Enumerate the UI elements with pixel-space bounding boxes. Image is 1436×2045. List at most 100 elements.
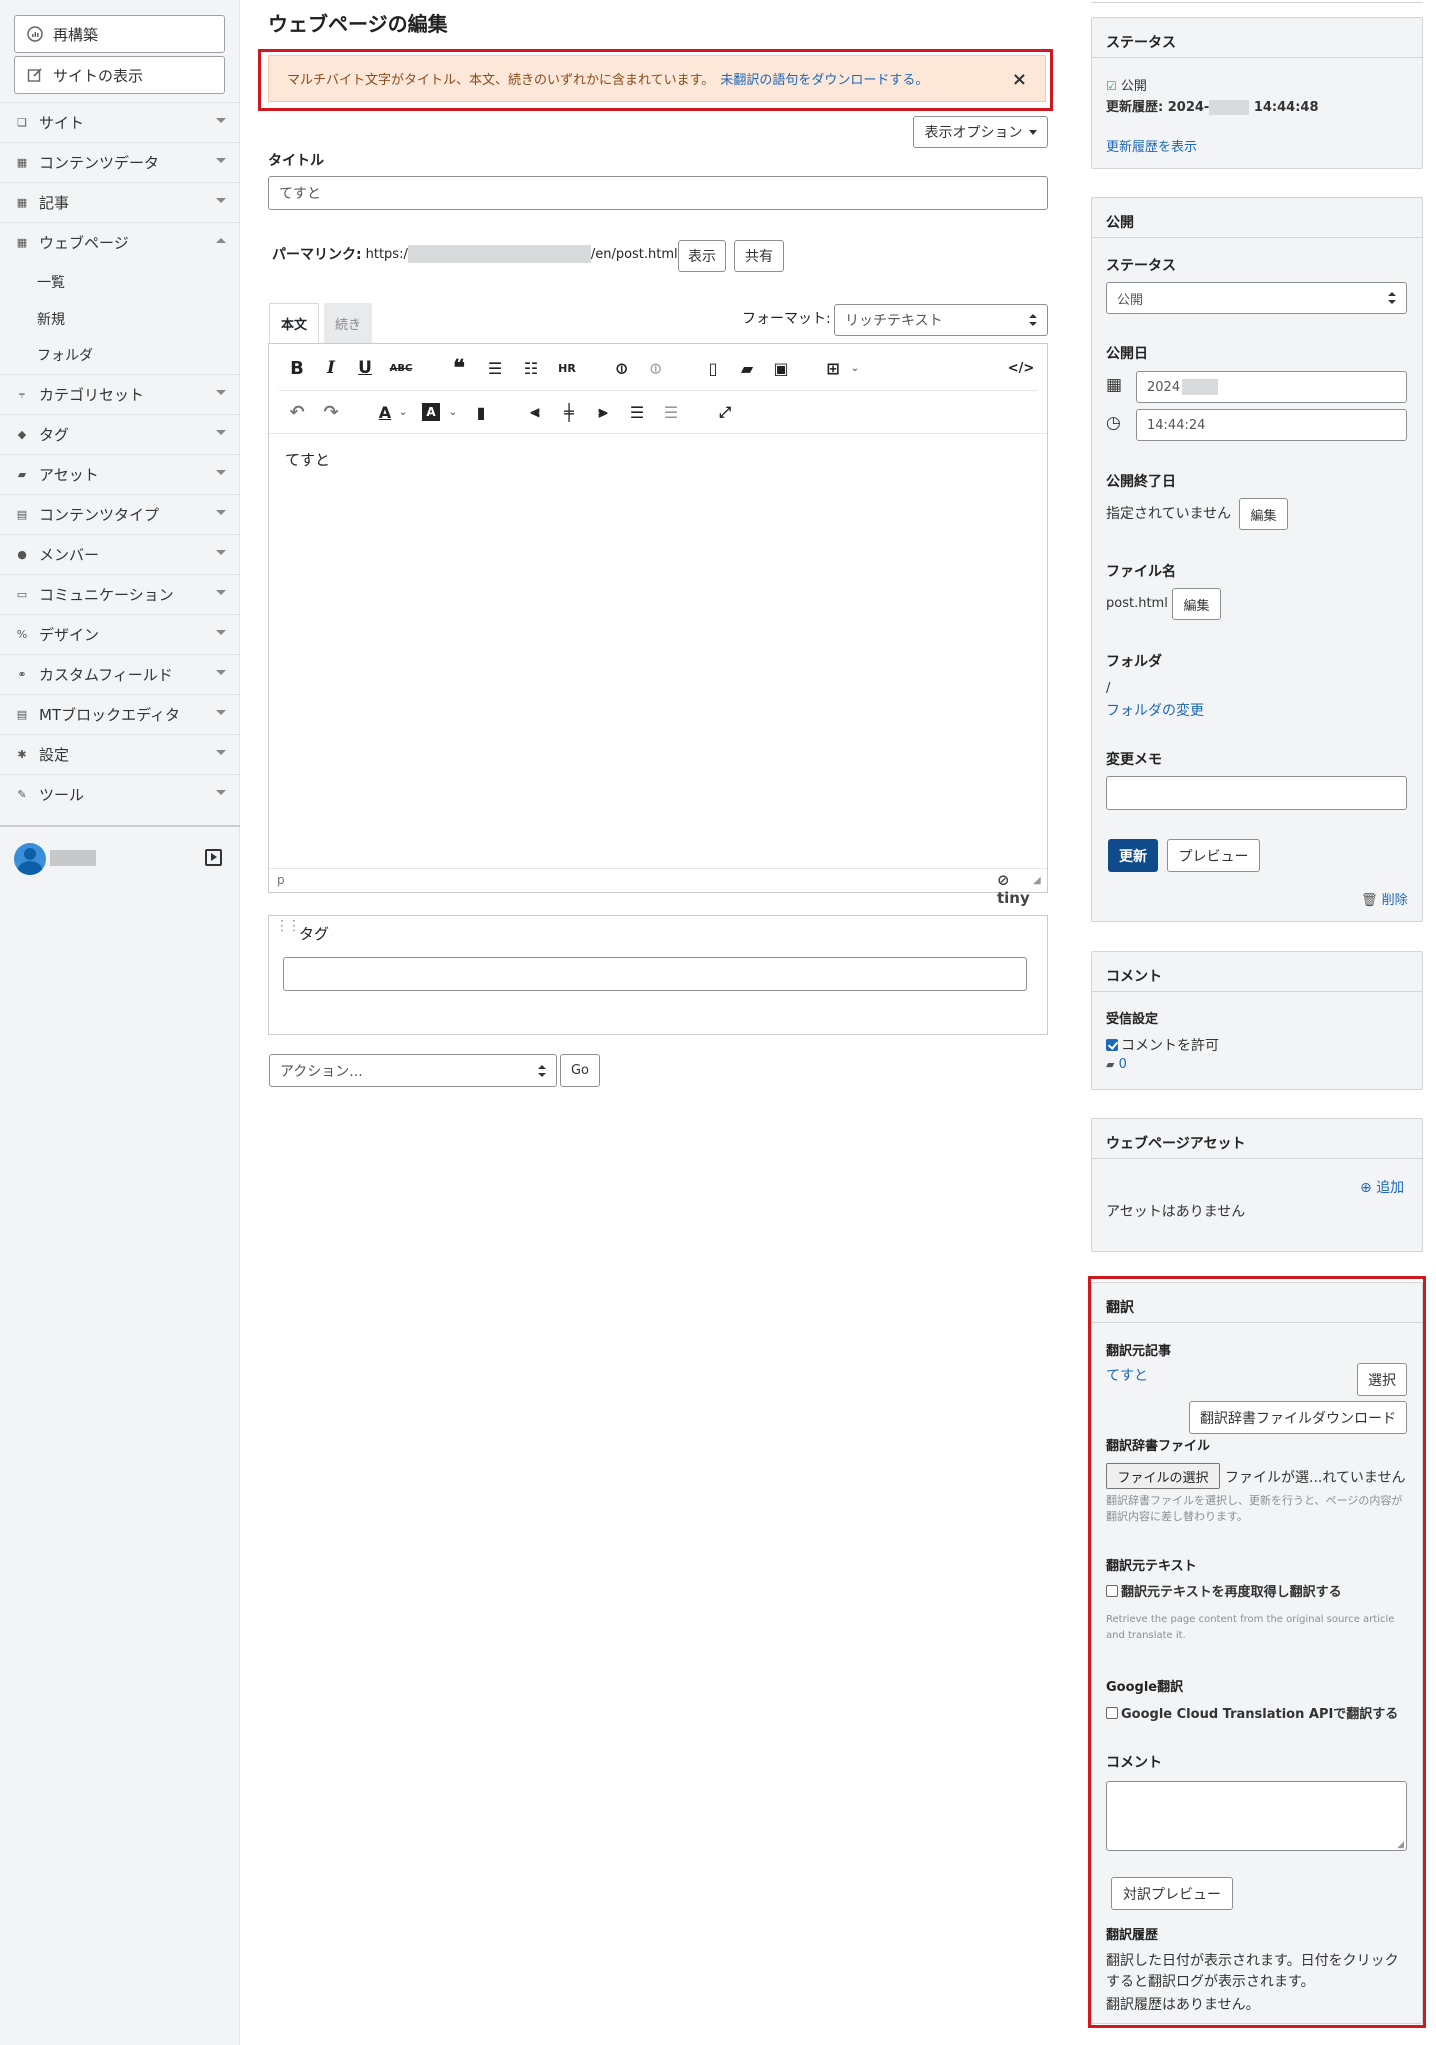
bg-color-dropdown-icon[interactable]: ⌄: [441, 400, 465, 424]
tag-input[interactable]: [283, 957, 1027, 991]
sidebar-item-content-data[interactable]: ▦ コンテンツデータ: [0, 142, 240, 182]
resize-handle-icon[interactable]: ◢: [1033, 875, 1041, 886]
align-right-icon[interactable]: ⫸: [591, 400, 615, 424]
numbered-list-icon[interactable]: ☷: [519, 356, 543, 380]
sidebar-item-category-set[interactable]: ⫧ カテゴリセット: [0, 374, 240, 414]
update-button[interactable]: 更新: [1108, 839, 1158, 872]
chevron-down-icon[interactable]: [216, 710, 226, 715]
outdent-icon[interactable]: ☰: [659, 400, 683, 424]
allow-comments-check-icon[interactable]: [1106, 1039, 1118, 1051]
chevron-down-icon[interactable]: [216, 470, 226, 475]
blockquote-icon[interactable]: ❝: [447, 355, 471, 381]
permalink-share-button[interactable]: 共有: [734, 240, 784, 272]
design-icon: %: [16, 628, 28, 641]
background-color-icon[interactable]: A: [422, 403, 440, 421]
folder-value: /: [1106, 681, 1111, 696]
sidebar-sub-folder[interactable]: フォルダ: [37, 345, 93, 365]
add-asset-link[interactable]: ⊕ 追加: [1360, 1177, 1404, 1197]
chevron-down-icon[interactable]: [216, 158, 226, 163]
history-link[interactable]: 更新履歴を表示: [1106, 136, 1197, 155]
filename-edit-button[interactable]: 編集: [1172, 588, 1221, 620]
publish-time-input[interactable]: 14:44:24: [1136, 409, 1407, 441]
view-site-button[interactable]: サイトの表示: [14, 56, 225, 94]
chevron-down-icon[interactable]: [216, 790, 226, 795]
bullet-list-icon[interactable]: ☰: [483, 356, 507, 380]
insert-file-icon[interactable]: ▯: [701, 356, 725, 380]
sidebar-item-entry[interactable]: ▦ 記事: [0, 182, 240, 222]
sidebar-item-site[interactable]: ❏ サイト: [0, 102, 240, 142]
folder-change-link[interactable]: フォルダの変更: [1106, 700, 1204, 720]
redo-icon[interactable]: ↷: [319, 400, 343, 424]
publish-date-input[interactable]: 2024: [1136, 371, 1407, 403]
webpage-icon: ▦: [16, 236, 28, 249]
tab-body[interactable]: 本文: [269, 303, 319, 343]
category-set-icon: ⫧: [18, 387, 26, 401]
sidebar-sub-list[interactable]: 一覧: [37, 272, 65, 292]
drag-handle-icon[interactable]: ⋮⋮: [275, 919, 301, 933]
text-color-dropdown-icon[interactable]: ⌄: [391, 400, 415, 424]
status-state: ☑ 公開: [1106, 75, 1147, 94]
permalink-view-button[interactable]: 表示: [678, 240, 726, 272]
bold-icon[interactable]: B: [285, 356, 309, 380]
strikethrough-icon[interactable]: ABC: [389, 356, 413, 380]
unlink-icon[interactable]: ⊘: [638, 351, 672, 385]
align-left-icon[interactable]: ⫷: [523, 400, 547, 424]
tab-more[interactable]: 続き: [324, 303, 372, 343]
go-button[interactable]: Go: [560, 1054, 600, 1087]
align-center-icon[interactable]: ╪: [557, 400, 581, 424]
collapse-sidebar-icon[interactable]: [205, 849, 222, 866]
sidebar-sub-new[interactable]: 新規: [37, 309, 65, 329]
source-code-icon[interactable]: </>: [1008, 356, 1035, 380]
fullscreen-icon[interactable]: ⤢: [713, 400, 737, 424]
display-options-button[interactable]: 表示オプション: [913, 116, 1048, 148]
sidebar-item-asset[interactable]: ▰ アセット: [0, 454, 240, 494]
allow-comments-checkbox[interactable]: コメントを許可: [1106, 1035, 1219, 1055]
publish-status-select[interactable]: 公開: [1106, 282, 1407, 314]
link-icon[interactable]: ⊘: [604, 351, 638, 385]
sidebar-item-gear[interactable]: ✱ 設定: [0, 734, 240, 774]
chevron-down-icon[interactable]: [216, 510, 226, 515]
chevron-down-icon[interactable]: [216, 670, 226, 675]
chevron-down-icon[interactable]: [216, 390, 226, 395]
title-input[interactable]: てすと: [268, 176, 1048, 210]
chevron-down-icon[interactable]: [216, 118, 226, 123]
remove-format-icon[interactable]: ▮: [469, 400, 493, 424]
insert-image-icon[interactable]: ▣: [769, 356, 793, 380]
editor-content[interactable]: てすと: [285, 449, 330, 470]
rebuild-button[interactable]: 再構築: [14, 15, 225, 53]
underline-icon[interactable]: U: [353, 356, 377, 380]
sidebar-item-custom-field[interactable]: ⚭ カスタムフィールド: [0, 654, 240, 694]
chevron-down-icon[interactable]: [216, 750, 226, 755]
indent-icon[interactable]: ☰: [625, 400, 649, 424]
chevron-down-icon[interactable]: [216, 630, 226, 635]
action-select[interactable]: アクション...: [269, 1054, 557, 1087]
format-select[interactable]: リッチテキスト: [834, 304, 1048, 336]
chevron-down-icon[interactable]: [216, 430, 226, 435]
table-dropdown-icon[interactable]: ⌄: [843, 356, 867, 380]
sidebar-item-member[interactable]: ● メンバー: [0, 534, 240, 574]
sidebar-item-content-type[interactable]: ▤ コンテンツタイプ: [0, 494, 240, 534]
sidebar-item-wrench[interactable]: ✎ ツール: [0, 774, 240, 814]
insert-asset-icon[interactable]: ▰: [735, 356, 759, 380]
horizontal-rule-icon[interactable]: HR: [555, 356, 579, 380]
chevron-down-icon[interactable]: [216, 198, 226, 203]
change-memo-input[interactable]: [1106, 776, 1407, 810]
chevron-down-icon[interactable]: [216, 550, 226, 555]
sidebar-item-communication[interactable]: ▭ コミュニケーション: [0, 574, 240, 614]
italic-icon[interactable]: I: [319, 356, 343, 380]
content-data-icon: ▦: [16, 156, 28, 169]
undo-icon[interactable]: ↶: [285, 400, 309, 424]
avatar[interactable]: [14, 843, 46, 875]
table-icon[interactable]: ⊞: [821, 356, 845, 380]
sidebar-item-block-editor[interactable]: ▤ MTブロックエディタ: [0, 694, 240, 734]
unpublish-edit-button[interactable]: 編集: [1239, 498, 1288, 530]
chevron-up-icon[interactable]: [216, 238, 226, 243]
sidebar-item-tag[interactable]: ◆ タグ: [0, 414, 240, 454]
sidebar-item-webpage[interactable]: ▦ ウェブページ: [0, 222, 240, 262]
comment-count[interactable]: ▰ 0: [1106, 1057, 1127, 1072]
chevron-down-icon[interactable]: [216, 590, 226, 595]
sidebar-item-design[interactable]: % デザイン: [0, 614, 240, 654]
preview-button[interactable]: プレビュー: [1167, 839, 1260, 872]
delete-link[interactable]: 🗑 削除: [1361, 889, 1408, 908]
comment-count-value[interactable]: 0: [1119, 1057, 1127, 1072]
